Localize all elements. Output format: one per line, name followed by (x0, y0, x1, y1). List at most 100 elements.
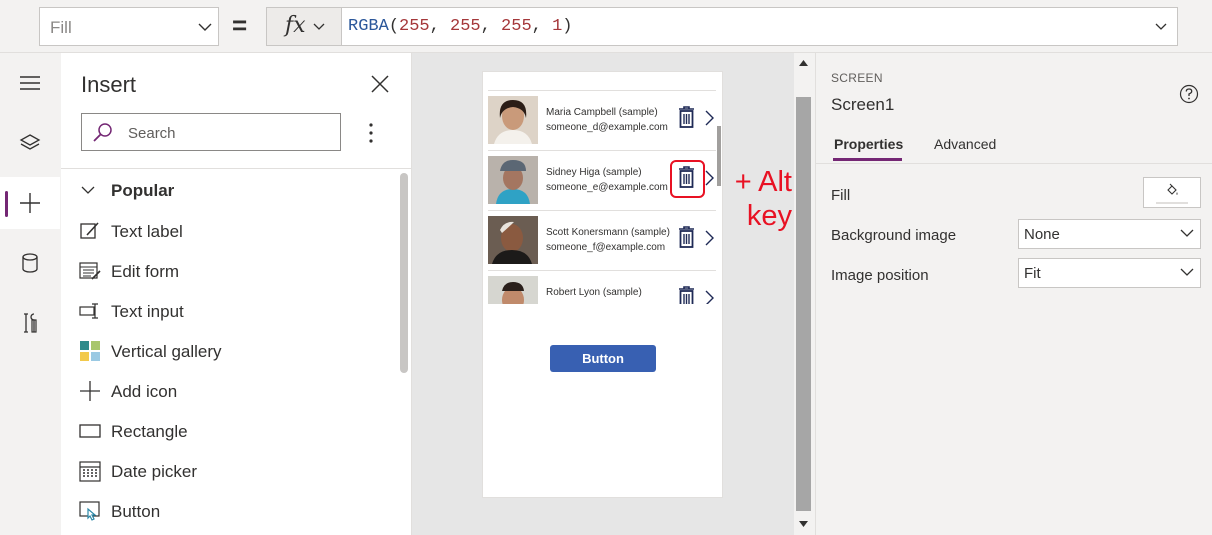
contact-name: Sidney Higa (sample) (546, 167, 642, 178)
chevron-down-icon (1180, 229, 1194, 237)
contact-photo (488, 216, 538, 264)
insert-item-edit-form[interactable]: Edit form (79, 258, 379, 288)
expand-formula-icon[interactable] (1155, 23, 1167, 31)
chevron-right-icon[interactable] (705, 170, 714, 186)
gallery-row[interactable]: Scott Konersmann (sample) someone_f@exam… (488, 210, 716, 270)
fill-color-picker[interactable] (1143, 177, 1201, 208)
edit-form-icon (79, 262, 101, 280)
insert-item-button[interactable]: Button (79, 498, 379, 528)
contact-email: someone_e@example.com (546, 182, 668, 193)
chevron-right-icon[interactable] (705, 110, 714, 126)
insert-item-label: Button (111, 502, 161, 521)
annotation-line: key (746, 200, 792, 232)
layers-icon (19, 134, 41, 150)
menu-button[interactable] (0, 57, 60, 109)
app-screen[interactable]: Maria Campbell (sample) someone_d@exampl… (482, 71, 723, 498)
insert-item-date-picker[interactable]: Date picker (79, 458, 379, 488)
insert-item-add-icon[interactable]: Add icon (79, 378, 379, 408)
fill-label: Fill (831, 187, 851, 204)
insert-item-label: Text input (111, 302, 184, 321)
formula-text: RGBA(255, 255, 255, 1) (348, 17, 572, 36)
tab-properties[interactable]: Properties (834, 136, 903, 152)
scroll-thumb[interactable] (796, 97, 811, 511)
equals-sign: = (232, 10, 248, 40)
canvas-scrollbar[interactable] (794, 53, 814, 535)
search-icon (93, 123, 112, 142)
search-input[interactable]: Search (81, 113, 341, 151)
text-input-icon (79, 303, 98, 319)
insert-item-text-input[interactable]: Text input (79, 298, 379, 328)
insert-item-label: Vertical gallery (111, 342, 222, 361)
data-button[interactable] (0, 237, 60, 289)
control-name: Screen1 (831, 95, 895, 114)
contact-name: Maria Campbell (sample) (546, 107, 658, 118)
contact-photo (488, 276, 538, 304)
annotation-line: + Alt (734, 166, 792, 198)
properties-pane: SCREEN Screen1 Properties Advanced Fill … (815, 53, 1212, 535)
button-icon (79, 501, 100, 521)
image-position-label: Image position (831, 267, 929, 284)
gallery-icon (80, 341, 100, 361)
insert-pane: Insert Search Popular Text label Edit fo… (61, 53, 412, 535)
search-placeholder: Search (128, 125, 176, 142)
property-dropdown[interactable]: Fill (39, 7, 219, 46)
insert-pane-title: Insert (81, 72, 137, 97)
formula-arg-red: 255 (399, 17, 430, 36)
formula-sep: , (480, 17, 502, 36)
tree-view-button[interactable] (0, 117, 60, 169)
formula-sep: , (429, 17, 451, 36)
gallery-row[interactable]: Maria Campbell (sample) someone_d@exampl… (488, 90, 716, 150)
contact-name: Scott Konersmann (sample) (546, 227, 670, 238)
alt-key-annotation: + Alt key (722, 165, 792, 233)
insert-button[interactable] (0, 177, 60, 229)
tab-advanced[interactable]: Advanced (934, 136, 996, 152)
trash-icon[interactable] (678, 106, 695, 128)
insert-pane-scrollbar[interactable] (400, 173, 408, 373)
fill-color-preview (1156, 202, 1188, 204)
gallery-row[interactable]: Robert Lyon (sample) (488, 270, 716, 304)
popular-label: Popular (111, 181, 175, 200)
formula-paren-open: ( (388, 17, 400, 36)
chevron-right-icon[interactable] (705, 290, 714, 304)
formula-arg-alpha: 1 (552, 17, 563, 36)
chevron-right-icon[interactable] (705, 230, 714, 246)
help-icon[interactable] (1179, 84, 1199, 104)
formula-function: RGBA (348, 17, 389, 36)
active-tab-indicator (833, 158, 902, 161)
background-image-dropdown[interactable]: None (1018, 219, 1201, 249)
insert-item-rectangle[interactable]: Rectangle (79, 418, 379, 448)
insert-item-label: Text label (111, 222, 183, 241)
gallery-scrollbar[interactable] (717, 126, 721, 186)
insert-item-label: Add icon (111, 382, 178, 401)
image-position-value: Fit (1024, 265, 1041, 282)
scroll-up-icon[interactable] (798, 59, 809, 67)
trash-icon[interactable] (678, 286, 695, 304)
formula-input[interactable]: RGBA(255, 255, 255, 1) (341, 7, 1178, 46)
formula-paren-close: ) (562, 17, 573, 36)
property-dropdown-value: Fill (50, 18, 72, 37)
add-icon (80, 381, 100, 401)
close-icon[interactable] (369, 73, 391, 95)
divider (61, 168, 412, 169)
active-indicator (5, 191, 8, 217)
divider (816, 163, 1212, 164)
scroll-down-icon[interactable] (798, 520, 809, 528)
chevron-down-icon (81, 186, 95, 194)
formula-arg-blue: 255 (501, 17, 532, 36)
text-label-icon (80, 222, 99, 239)
app-button[interactable]: Button (550, 345, 656, 372)
image-position-dropdown[interactable]: Fit (1018, 258, 1201, 288)
contact-photo (488, 156, 538, 204)
insert-item-label: Edit form (111, 262, 180, 281)
formula-bar: Fill = fx RGBA(255, 255, 255, 1) (0, 0, 1212, 53)
advanced-tools-button[interactable] (0, 297, 60, 349)
insert-item-text-label[interactable]: Text label (79, 218, 379, 248)
trash-icon[interactable] (678, 226, 695, 248)
contact-email: someone_f@example.com (546, 242, 666, 253)
more-options-icon[interactable] (361, 121, 381, 145)
insert-item-label: Date picker (111, 462, 197, 481)
fx-button[interactable]: fx (266, 7, 341, 46)
insert-item-vertical-gallery[interactable]: Vertical gallery (79, 338, 379, 368)
chevron-down-icon (1180, 268, 1194, 276)
rectangle-icon (79, 424, 101, 438)
